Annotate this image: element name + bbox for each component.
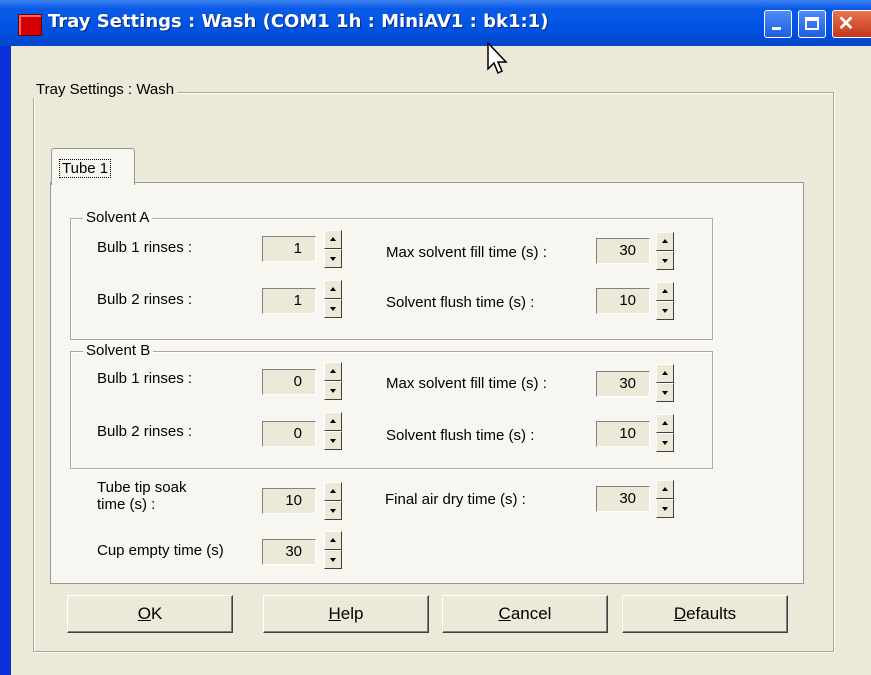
spin-up-arrow-icon[interactable] bbox=[656, 232, 674, 251]
spin-down-arrow-icon[interactable] bbox=[656, 433, 674, 452]
solvent-b-bulb2-spinner[interactable] bbox=[324, 412, 342, 450]
solvent-b-flush-label: Solvent flush time (s) : bbox=[386, 427, 535, 444]
maximize-icon bbox=[805, 17, 819, 30]
close-button[interactable]: ✕ bbox=[832, 10, 871, 38]
final-air-dry-spinner[interactable] bbox=[656, 480, 674, 518]
final-air-dry-input[interactable]: 30 bbox=[596, 486, 650, 512]
solvent-a-flush-spinner[interactable] bbox=[656, 282, 674, 320]
spin-up-arrow-icon[interactable] bbox=[324, 531, 342, 550]
tube-tip-soak-label-line2: time (s) : bbox=[97, 496, 156, 513]
ok-button[interactable]: OK bbox=[67, 595, 233, 633]
cup-empty-label: Cup empty time (s) bbox=[97, 542, 224, 559]
spin-up-arrow-icon[interactable] bbox=[656, 480, 674, 499]
help-button[interactable]: Help bbox=[263, 595, 429, 633]
spin-up-arrow-icon[interactable] bbox=[324, 412, 342, 431]
app-icon bbox=[18, 14, 42, 36]
cancel-mnemonic: C bbox=[498, 604, 511, 623]
solvent-b-fill-label: Max solvent fill time (s) : bbox=[386, 375, 547, 392]
spin-down-arrow-icon[interactable] bbox=[324, 431, 342, 450]
tube-tip-soak-input[interactable]: 10 bbox=[262, 488, 316, 514]
solvent-b-bulb1-label: Bulb 1 rinses : bbox=[97, 370, 193, 387]
solvent-b-fill-input[interactable]: 30 bbox=[596, 371, 650, 397]
window-left-border bbox=[0, 46, 11, 675]
spin-down-arrow-icon[interactable] bbox=[656, 383, 674, 402]
solvent-b-flush-spinner[interactable] bbox=[656, 414, 674, 452]
solvent-a-group bbox=[70, 218, 713, 340]
spin-down-arrow-icon[interactable] bbox=[324, 501, 342, 520]
cancel-button[interactable]: Cancel bbox=[442, 595, 608, 633]
defaults-mnemonic: D bbox=[673, 604, 687, 623]
defaults-label-rest: efaults bbox=[686, 604, 737, 623]
spin-up-arrow-icon[interactable] bbox=[324, 280, 342, 299]
spin-down-arrow-icon[interactable] bbox=[324, 381, 342, 400]
tab-tube-1-label: Tube 1 bbox=[59, 159, 112, 178]
solvent-b-title: Solvent B bbox=[83, 342, 154, 359]
ok-label-rest: K bbox=[150, 604, 163, 623]
cup-empty-input[interactable]: 30 bbox=[262, 539, 316, 565]
solvent-a-flush-label: Solvent flush time (s) : bbox=[386, 294, 535, 311]
spin-up-arrow-icon[interactable] bbox=[656, 364, 674, 383]
minimize-icon bbox=[772, 27, 781, 30]
tray-settings-group-title: Tray Settings : Wash bbox=[33, 81, 178, 98]
help-label-rest: elp bbox=[340, 604, 364, 623]
maximize-button[interactable] bbox=[798, 10, 826, 38]
spin-down-arrow-icon[interactable] bbox=[656, 251, 674, 270]
spin-up-arrow-icon[interactable] bbox=[656, 414, 674, 433]
cup-empty-spinner[interactable] bbox=[324, 531, 342, 569]
solvent-a-bulb2-input[interactable]: 1 bbox=[262, 288, 316, 314]
tube-tip-soak-label-line1: Tube tip soak bbox=[97, 479, 187, 496]
defaults-button[interactable]: Defaults bbox=[622, 595, 788, 633]
solvent-a-flush-input[interactable]: 10 bbox=[596, 288, 650, 314]
solvent-b-bulb2-label: Bulb 2 rinses : bbox=[97, 423, 193, 440]
solvent-a-fill-input[interactable]: 30 bbox=[596, 238, 650, 264]
close-icon: ✕ bbox=[837, 13, 855, 35]
cancel-label-rest: ancel bbox=[510, 604, 552, 623]
spin-down-arrow-icon[interactable] bbox=[324, 249, 342, 268]
solvent-a-bulb2-label: Bulb 2 rinses : bbox=[97, 291, 193, 308]
ok-mnemonic: O bbox=[137, 604, 151, 623]
spin-down-arrow-icon[interactable] bbox=[656, 499, 674, 518]
spin-up-arrow-icon[interactable] bbox=[324, 230, 342, 249]
solvent-a-title: Solvent A bbox=[83, 209, 153, 226]
solvent-b-group bbox=[70, 351, 713, 469]
mouse-cursor-icon bbox=[487, 42, 508, 75]
solvent-a-bulb1-label: Bulb 1 rinses : bbox=[97, 239, 193, 256]
tab-tube-1[interactable]: Tube 1 bbox=[51, 148, 135, 185]
spin-down-arrow-icon[interactable] bbox=[324, 550, 342, 569]
spin-down-arrow-icon[interactable] bbox=[656, 301, 674, 320]
window-title: Tray Settings : Wash (COM1 1h : MiniAV1 … bbox=[48, 11, 549, 32]
minimize-button[interactable] bbox=[764, 10, 792, 38]
solvent-b-fill-spinner[interactable] bbox=[656, 364, 674, 402]
tray-settings-window: Tray Settings : Wash (COM1 1h : MiniAV1 … bbox=[0, 0, 871, 675]
solvent-a-bulb1-input[interactable]: 1 bbox=[262, 236, 316, 262]
spin-up-arrow-icon[interactable] bbox=[324, 362, 342, 381]
solvent-b-bulb1-input[interactable]: 0 bbox=[262, 369, 316, 395]
spin-up-arrow-icon[interactable] bbox=[324, 482, 342, 501]
final-air-dry-label: Final air dry time (s) : bbox=[385, 491, 526, 508]
solvent-b-bulb2-input[interactable]: 0 bbox=[262, 421, 316, 447]
tube-tip-soak-spinner[interactable] bbox=[324, 482, 342, 520]
spin-down-arrow-icon[interactable] bbox=[324, 299, 342, 318]
solvent-b-flush-input[interactable]: 10 bbox=[596, 421, 650, 447]
help-mnemonic: H bbox=[328, 604, 341, 623]
solvent-a-fill-spinner[interactable] bbox=[656, 232, 674, 270]
title-bar[interactable]: Tray Settings : Wash (COM1 1h : MiniAV1 … bbox=[0, 0, 871, 46]
solvent-a-bulb1-spinner[interactable] bbox=[324, 230, 342, 268]
solvent-a-bulb2-spinner[interactable] bbox=[324, 280, 342, 318]
solvent-a-fill-label: Max solvent fill time (s) : bbox=[386, 244, 547, 261]
tube-tip-soak-label: Tube tip soak time (s) : bbox=[97, 479, 187, 513]
spin-up-arrow-icon[interactable] bbox=[656, 282, 674, 301]
solvent-b-bulb1-spinner[interactable] bbox=[324, 362, 342, 400]
